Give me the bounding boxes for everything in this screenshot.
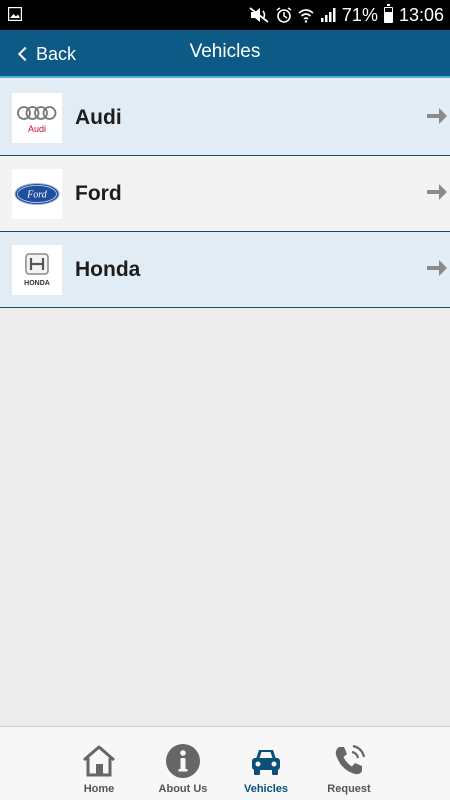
clock: 13:06: [398, 4, 444, 25]
image-icon: [8, 7, 22, 21]
car-icon: [252, 750, 280, 775]
bottom-tab-bar: Home About Us Vehicles Request: [0, 726, 450, 800]
chevron-left-icon: [17, 46, 33, 62]
wifi-icon: [298, 9, 314, 23]
vehicle-name: Honda: [75, 257, 141, 281]
back-button[interactable]: Back: [16, 30, 76, 78]
tab-label: About Us: [158, 783, 208, 795]
mute-icon: [249, 7, 269, 23]
phone-icon: [335, 744, 366, 775]
arrow-right-icon: [427, 184, 447, 200]
back-label: Back: [36, 43, 77, 64]
tab-label: Home: [83, 783, 115, 795]
signal-icon: [320, 8, 336, 22]
app-header: Vehicles Back: [0, 30, 450, 78]
vehicle-row-ford[interactable]: Ford Ford: [0, 156, 450, 232]
ford-logo: Ford: [12, 168, 62, 219]
vehicle-name: Ford: [75, 181, 122, 205]
vehicle-list: Audi Audi Ford Ford HONDA Honda: [0, 80, 450, 308]
tab-home[interactable]: Home: [59, 727, 139, 800]
battery-icon: [383, 4, 393, 23]
tab-request[interactable]: Request: [309, 727, 389, 800]
alarm-icon: [276, 7, 292, 23]
honda-logo: HONDA: [12, 244, 62, 295]
tab-about-us[interactable]: About Us: [143, 727, 223, 800]
arrow-right-icon: [427, 108, 447, 124]
arrow-right-icon: [427, 260, 447, 276]
status-bar: 71% 13:06: [0, 0, 450, 30]
audi-logo: Audi: [12, 92, 62, 143]
battery-percent: 71%: [341, 4, 378, 25]
svg-text:Audi: Audi: [28, 124, 46, 134]
svg-text:Ford: Ford: [26, 189, 48, 200]
vehicle-row-honda[interactable]: HONDA Honda: [0, 232, 450, 308]
info-icon: [166, 744, 200, 778]
vehicle-name: Audi: [75, 105, 122, 129]
tab-vehicles[interactable]: Vehicles: [226, 727, 306, 800]
tab-label: Request: [327, 783, 371, 795]
vehicle-row-audi[interactable]: Audi Audi: [0, 80, 450, 156]
home-icon: [83, 745, 115, 777]
svg-text:HONDA: HONDA: [24, 280, 50, 287]
tab-label: Vehicles: [243, 783, 289, 795]
